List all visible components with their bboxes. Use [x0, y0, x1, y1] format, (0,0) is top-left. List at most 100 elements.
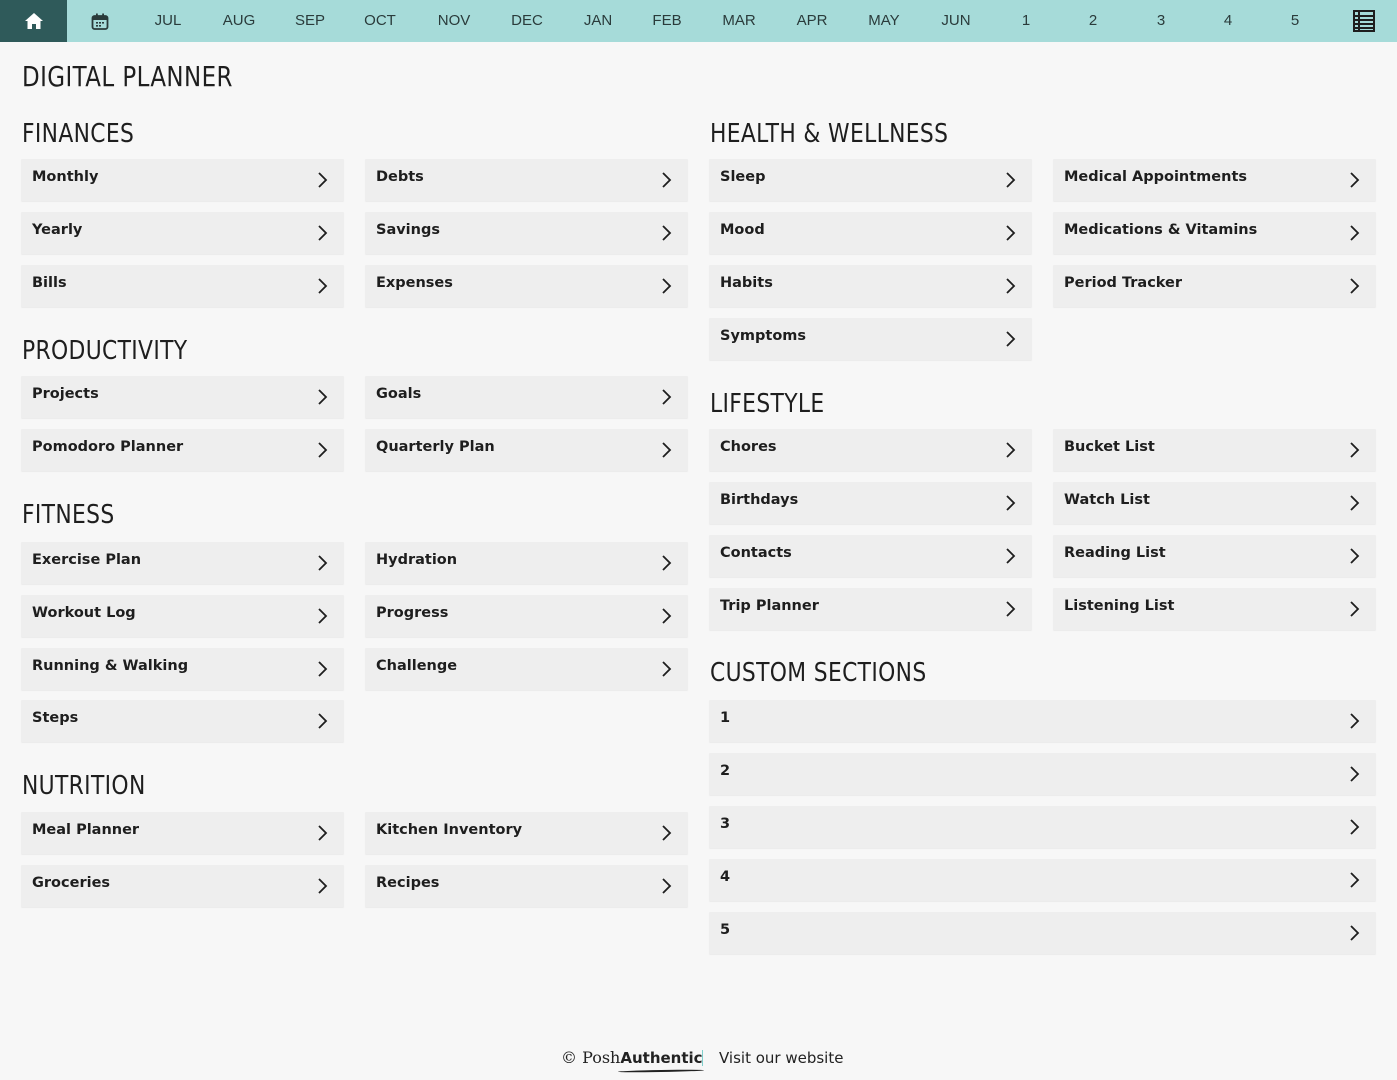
chevron-right-icon: [318, 172, 328, 188]
lifestyle-button-listening-list[interactable]: Listening List: [1053, 588, 1376, 630]
button-label: Medical Appointments: [1064, 169, 1248, 185]
button-label: Trip Planner: [720, 598, 819, 614]
button-label: Medications & Vitamins: [1064, 222, 1258, 238]
fitness-button-challenge[interactable]: Challenge: [365, 648, 688, 690]
productivity-button-pomodoro-planner[interactable]: Pomodoro Planner: [21, 429, 344, 471]
fitness-button-progress[interactable]: Progress: [365, 595, 688, 637]
finances-button-bills[interactable]: Bills: [21, 265, 344, 307]
nutrition-button-groceries[interactable]: Groceries: [21, 865, 344, 907]
chevron-right-icon: [1350, 713, 1360, 729]
visit-website-link[interactable]: Visit our website: [719, 1049, 843, 1067]
nav-month-may[interactable]: MAY: [868, 0, 899, 42]
button-label: 2: [720, 763, 731, 779]
page-title: DIGITAL PLANNER: [22, 60, 233, 93]
lifestyle-button-bucket-list[interactable]: Bucket List: [1053, 429, 1376, 471]
chevron-right-icon: [1350, 766, 1360, 782]
nutrition-button-meal-planner[interactable]: Meal Planner: [21, 812, 344, 854]
lifestyle-button-trip-planner[interactable]: Trip Planner: [709, 588, 1032, 630]
chevron-right-icon: [1006, 172, 1016, 188]
button-label: Kitchen Inventory: [376, 822, 523, 838]
nav-number-3[interactable]: 3: [1157, 0, 1165, 42]
button-label: Mood: [720, 222, 765, 238]
chevron-right-icon: [662, 878, 672, 894]
button-label: 5: [720, 922, 731, 938]
health-button-sleep[interactable]: Sleep: [709, 159, 1032, 201]
chevron-right-icon: [662, 278, 672, 294]
nav-month-feb[interactable]: FEB: [652, 0, 681, 42]
health-button-medical-appointments[interactable]: Medical Appointments: [1053, 159, 1376, 201]
nav-month-jun[interactable]: JUN: [941, 0, 970, 42]
nav-month-sep[interactable]: SEP: [295, 0, 325, 42]
finances-button-monthly[interactable]: Monthly: [21, 159, 344, 201]
fitness-button-steps[interactable]: Steps: [21, 700, 344, 742]
chevron-right-icon: [318, 442, 328, 458]
nav-month-mar[interactable]: MAR: [722, 0, 755, 42]
nav-number-5[interactable]: 5: [1291, 0, 1299, 42]
fitness-button-workout-log[interactable]: Workout Log: [21, 595, 344, 637]
custom-button-2[interactable]: 2: [709, 753, 1376, 795]
lifestyle-button-birthdays[interactable]: Birthdays: [709, 482, 1032, 524]
fitness-button-exercise-plan[interactable]: Exercise Plan: [21, 542, 344, 584]
custom-button-3[interactable]: 3: [709, 806, 1376, 848]
chevron-right-icon: [318, 278, 328, 294]
nav-month-aug[interactable]: AUG: [223, 0, 256, 42]
home-button[interactable]: [0, 0, 67, 42]
button-label: Workout Log: [32, 605, 136, 621]
brand-logo[interactable]: Authentic: [620, 1049, 702, 1067]
button-label: Period Tracker: [1064, 275, 1183, 291]
finances-button-debts[interactable]: Debts: [365, 159, 688, 201]
nav-month-dec[interactable]: DEC: [511, 0, 543, 42]
lifestyle-button-watch-list[interactable]: Watch List: [1053, 482, 1376, 524]
fitness-button-running-and-walking[interactable]: Running & Walking: [21, 648, 344, 690]
health-button-period-tracker[interactable]: Period Tracker: [1053, 265, 1376, 307]
nav-month-oct[interactable]: OCT: [364, 0, 396, 42]
button-label: Quarterly Plan: [376, 439, 495, 455]
chevron-right-icon: [318, 389, 328, 405]
section-title-nutrition: NUTRITION: [22, 771, 146, 801]
button-label: Running & Walking: [32, 658, 189, 674]
nav-number-4[interactable]: 4: [1224, 0, 1232, 42]
button-label: Bills: [32, 275, 67, 291]
health-button-mood[interactable]: Mood: [709, 212, 1032, 254]
calendar-button[interactable]: [72, 0, 128, 42]
nav-month-apr[interactable]: APR: [797, 0, 828, 42]
home-icon: [24, 13, 43, 29]
health-button-habits[interactable]: Habits: [709, 265, 1032, 307]
chevron-right-icon: [1350, 925, 1360, 941]
menu-button[interactable]: [1348, 0, 1380, 42]
lifestyle-button-contacts[interactable]: Contacts: [709, 535, 1032, 577]
calendar-icon: [91, 13, 109, 30]
chevron-right-icon: [318, 555, 328, 571]
productivity-button-goals[interactable]: Goals: [365, 376, 688, 418]
custom-button-5[interactable]: 5: [709, 912, 1376, 954]
nutrition-button-recipes[interactable]: Recipes: [365, 865, 688, 907]
chevron-right-icon: [662, 389, 672, 405]
chevron-right-icon: [1350, 872, 1360, 888]
nav-month-jul[interactable]: JUL: [155, 0, 182, 42]
health-button-symptoms[interactable]: Symptoms: [709, 318, 1032, 360]
productivity-button-quarterly-plan[interactable]: Quarterly Plan: [365, 429, 688, 471]
lifestyle-button-chores[interactable]: Chores: [709, 429, 1032, 471]
chevron-right-icon: [662, 608, 672, 624]
custom-button-4[interactable]: 4: [709, 859, 1376, 901]
finances-button-savings[interactable]: Savings: [365, 212, 688, 254]
button-label: 3: [720, 816, 731, 832]
nutrition-button-kitchen-inventory[interactable]: Kitchen Inventory: [365, 812, 688, 854]
lifestyle-button-reading-list[interactable]: Reading List: [1053, 535, 1376, 577]
section-title-productivity: PRODUCTIVITY: [22, 336, 188, 366]
chevron-right-icon: [318, 608, 328, 624]
nav-number-2[interactable]: 2: [1089, 0, 1097, 42]
fitness-button-hydration[interactable]: Hydration: [365, 542, 688, 584]
chevron-right-icon: [1006, 495, 1016, 511]
chevron-right-icon: [318, 878, 328, 894]
button-label: Progress: [376, 605, 449, 621]
finances-button-yearly[interactable]: Yearly: [21, 212, 344, 254]
button-label: Debts: [376, 169, 424, 185]
nav-number-1[interactable]: 1: [1022, 0, 1030, 42]
nav-month-nov[interactable]: NOV: [438, 0, 471, 42]
productivity-button-projects[interactable]: Projects: [21, 376, 344, 418]
nav-month-jan[interactable]: JAN: [584, 0, 612, 42]
custom-button-1[interactable]: 1: [709, 700, 1376, 742]
finances-button-expenses[interactable]: Expenses: [365, 265, 688, 307]
health-button-medications-and-vitamins[interactable]: Medications & Vitamins: [1053, 212, 1376, 254]
